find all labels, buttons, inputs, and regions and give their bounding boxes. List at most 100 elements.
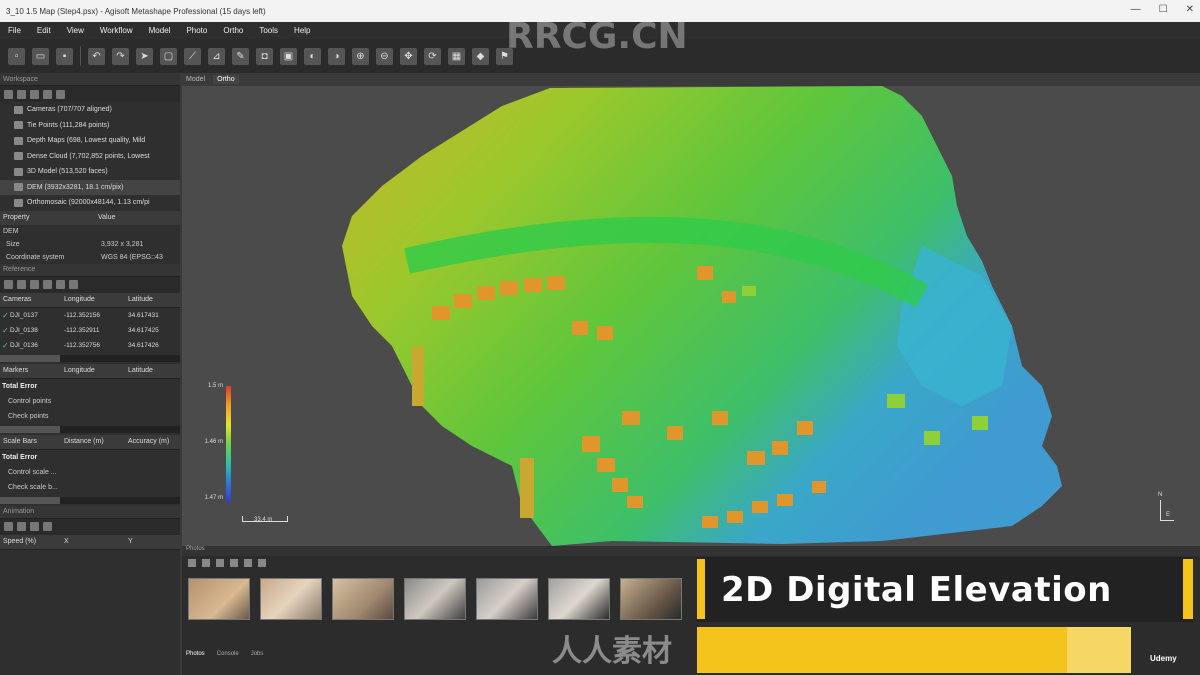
- menu-workflow[interactable]: Workflow: [100, 26, 133, 35]
- menu-edit[interactable]: Edit: [37, 26, 51, 35]
- filter-icon[interactable]: [244, 559, 252, 567]
- contrast-icon[interactable]: ◐: [304, 47, 321, 65]
- tab-photos[interactable]: Photos: [186, 651, 205, 657]
- ruler-icon[interactable]: ⊿: [208, 47, 225, 65]
- workspace-item-3d-model[interactable]: 3D Model (513,520 faces): [0, 164, 180, 180]
- photo-thumbnail[interactable]: [620, 578, 682, 620]
- convert-icon[interactable]: [30, 280, 39, 289]
- menu-model[interactable]: Model: [149, 26, 171, 35]
- remove-icon[interactable]: [30, 89, 39, 99]
- column-header[interactable]: Scale Bars: [0, 438, 64, 445]
- menu-help[interactable]: Help: [294, 26, 310, 35]
- workspace-item-dem[interactable]: DEM (3932x3281, 18.1 cm/pix): [0, 179, 180, 195]
- checkmark-icon[interactable]: ✓: [0, 326, 10, 335]
- tab-console[interactable]: Console: [217, 651, 239, 657]
- scalebars-check[interactable]: Check scale b...: [0, 480, 180, 495]
- tab-model[interactable]: Model: [182, 75, 209, 84]
- ortho-viewport[interactable]: 1.5 m 1.46 m 1.47 m 33.4 m N E: [182, 86, 1200, 546]
- menu-photo[interactable]: Photo: [186, 26, 207, 35]
- undo-icon[interactable]: ↶: [88, 47, 105, 65]
- column-header[interactable]: Latitude: [128, 296, 153, 303]
- settings-icon[interactable]: [43, 522, 52, 531]
- stop-icon[interactable]: [17, 522, 26, 531]
- column-header[interactable]: Speed (%): [0, 538, 64, 545]
- photo-thumbnail[interactable]: [476, 578, 538, 620]
- enable-icon[interactable]: [43, 89, 52, 99]
- photo-thumbnail[interactable]: [260, 578, 322, 620]
- tab-jobs[interactable]: Jobs: [251, 651, 264, 657]
- color-icon[interactable]: ◑: [328, 47, 345, 65]
- move-icon[interactable]: ✥: [400, 47, 417, 65]
- column-header[interactable]: Latitude: [128, 367, 153, 374]
- column-header[interactable]: Y: [128, 538, 133, 545]
- brush-icon[interactable]: ✎: [232, 47, 249, 65]
- export-icon[interactable]: [17, 280, 26, 289]
- photo-thumbnail[interactable]: [332, 578, 394, 620]
- minimize-button[interactable]: —: [1131, 4, 1141, 15]
- shapes-icon[interactable]: ◆: [472, 47, 489, 65]
- open-folder-icon[interactable]: ▭: [32, 47, 49, 65]
- close-button[interactable]: ✕: [1186, 4, 1194, 15]
- photo-thumbnail[interactable]: [188, 578, 250, 620]
- column-header[interactable]: X: [64, 538, 128, 545]
- eraser-icon[interactable]: ◘: [256, 47, 273, 65]
- workspace-item-cameras[interactable]: Cameras (707/707 aligned): [0, 102, 180, 118]
- menu-view[interactable]: View: [67, 26, 84, 35]
- photo-thumbnail[interactable]: [404, 578, 466, 620]
- disable-icon[interactable]: [56, 89, 65, 99]
- pointer-icon[interactable]: ➤: [136, 47, 153, 65]
- dem-map[interactable]: [182, 86, 1200, 546]
- markers-check-points[interactable]: Check points: [0, 409, 180, 424]
- column-header[interactable]: Distance (m): [64, 438, 128, 445]
- new-file-icon[interactable]: ▫: [8, 47, 25, 65]
- menu-file[interactable]: File: [8, 26, 21, 35]
- zoom-in-icon[interactable]: ⊕: [352, 47, 369, 65]
- optimize-icon[interactable]: [43, 280, 52, 289]
- column-header[interactable]: Cameras: [0, 296, 64, 303]
- workspace-item-orthomosaic[interactable]: Orthomosaic (92000x48144, 1.13 cm/pi: [0, 195, 180, 211]
- view-icon[interactable]: [188, 559, 196, 567]
- column-header[interactable]: Accuracy (m): [128, 438, 169, 445]
- redo-icon[interactable]: ↷: [112, 47, 129, 65]
- scrollbar-thumb[interactable]: [0, 496, 60, 504]
- photo-thumbnail[interactable]: [548, 578, 610, 620]
- table-row[interactable]: ✓ DJI_0137 -112.352156 34.617431: [0, 308, 180, 323]
- horizontal-scrollbar[interactable]: [0, 425, 180, 433]
- layers-icon[interactable]: ▦: [448, 47, 465, 65]
- remove-icon[interactable]: [202, 559, 210, 567]
- horizontal-scrollbar[interactable]: [0, 354, 180, 362]
- workspace-item-depth-maps[interactable]: Depth Maps (698, Lowest quality, Mild: [0, 133, 180, 149]
- column-header[interactable]: Markers: [0, 367, 64, 374]
- image-icon[interactable]: ▣: [280, 47, 297, 65]
- rectangle-select-icon[interactable]: ▢: [160, 47, 177, 65]
- menu-ortho[interactable]: Ortho: [223, 26, 243, 35]
- add-photos-icon[interactable]: [17, 89, 26, 99]
- update-icon[interactable]: [56, 280, 65, 289]
- record-icon[interactable]: [30, 522, 39, 531]
- add-chunk-icon[interactable]: [4, 89, 13, 99]
- column-header[interactable]: Longitude: [64, 296, 128, 303]
- workspace-item-tie-points[interactable]: Tie Points (111,284 points): [0, 118, 180, 134]
- checkmark-icon[interactable]: ✓: [0, 341, 10, 350]
- play-icon[interactable]: [4, 522, 13, 531]
- polyline-icon[interactable]: ⟋: [184, 47, 201, 65]
- reset-view-icon[interactable]: ⟳: [424, 47, 441, 65]
- import-icon[interactable]: [4, 280, 13, 289]
- scrollbar-thumb[interactable]: [0, 354, 60, 362]
- zoom-out-icon[interactable]: ⊖: [376, 47, 393, 65]
- workspace-item-dense-cloud[interactable]: Dense Cloud (7,702,852 points, Lowest: [0, 149, 180, 165]
- table-row[interactable]: ✓ DJI_0138 -112.352911 34.617425: [0, 323, 180, 338]
- column-header[interactable]: Longitude: [64, 367, 128, 374]
- rotate-left-icon[interactable]: [216, 559, 224, 567]
- menu-tools[interactable]: Tools: [259, 26, 278, 35]
- grid-icon[interactable]: [258, 559, 266, 567]
- tab-ortho[interactable]: Ortho: [213, 75, 239, 84]
- horizontal-scrollbar[interactable]: [0, 496, 180, 504]
- rotate-right-icon[interactable]: [230, 559, 238, 567]
- table-row[interactable]: ✓ DJI_0136 -112.352756 34.617426: [0, 338, 180, 353]
- markers-control-points[interactable]: Control points: [0, 394, 180, 409]
- scrollbar-thumb[interactable]: [0, 425, 60, 433]
- scalebars-control[interactable]: Control scale ...: [0, 465, 180, 480]
- save-icon[interactable]: ▪: [56, 47, 73, 65]
- maximize-button[interactable]: ☐: [1159, 4, 1168, 15]
